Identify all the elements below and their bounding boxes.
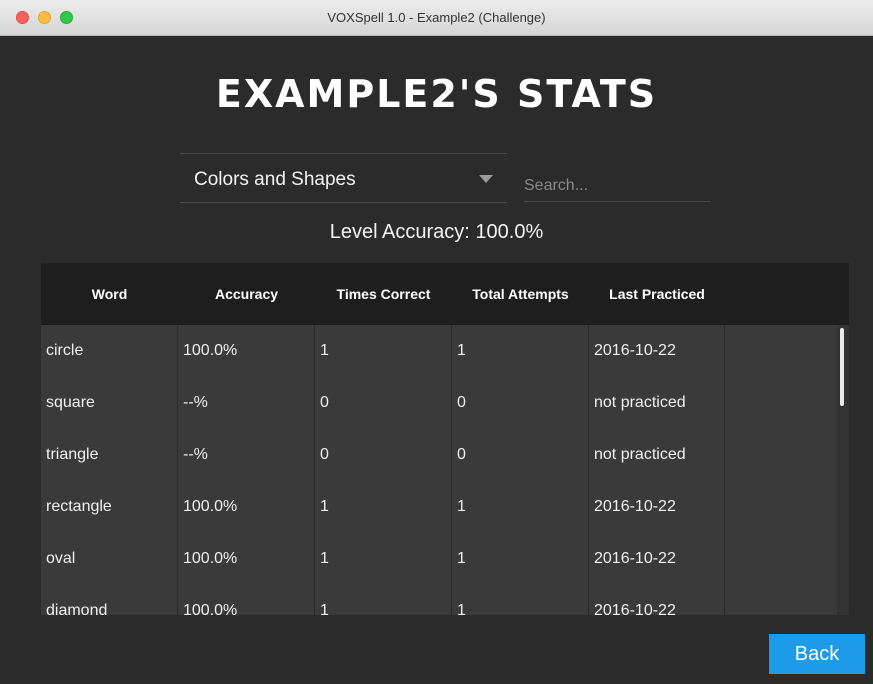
cell-times-correct: 0 (315, 429, 452, 481)
column-header-empty (725, 263, 837, 325)
cell-empty (725, 533, 837, 585)
cell-accuracy: 100.0% (178, 481, 315, 533)
cell-empty (725, 325, 837, 377)
table-row[interactable]: circle 100.0% 1 1 2016-10-22 (41, 325, 837, 377)
search-input[interactable] (524, 160, 710, 202)
cell-word: circle (41, 325, 178, 377)
cell-accuracy: 100.0% (178, 325, 315, 377)
page-title: Example2's Stats (215, 72, 658, 116)
column-header-total-attempts[interactable]: Total Attempts (452, 263, 589, 325)
cell-word: rectangle (41, 481, 178, 533)
cell-total-attempts: 0 (452, 429, 589, 481)
cell-empty (725, 429, 837, 481)
table-row[interactable]: triangle --% 0 0 not practiced (41, 429, 837, 481)
cell-word: triangle (41, 429, 178, 481)
cell-total-attempts: 1 (452, 325, 589, 377)
cell-times-correct: 1 (315, 481, 452, 533)
cell-times-correct: 1 (315, 325, 452, 377)
cell-empty (725, 481, 837, 533)
table-row[interactable]: rectangle 100.0% 1 1 2016-10-22 (41, 481, 837, 533)
cell-accuracy: --% (178, 377, 315, 429)
cell-empty (725, 585, 837, 615)
cell-last-practiced: 2016-10-22 (589, 481, 725, 533)
scrollbar-thumb[interactable] (840, 328, 844, 406)
cell-accuracy: --% (178, 429, 315, 481)
table-scrollbar[interactable] (837, 325, 849, 615)
window-titlebar: VOXSpell 1.0 - Example2 (Challenge) (0, 0, 873, 36)
cell-empty (725, 377, 837, 429)
cell-times-correct: 1 (315, 533, 452, 585)
level-select-value: Colors and Shapes (194, 169, 356, 190)
cell-last-practiced: not practiced (589, 429, 725, 481)
cell-accuracy: 100.0% (178, 533, 315, 585)
cell-last-practiced: 2016-10-22 (589, 325, 725, 377)
cell-last-practiced: 2016-10-22 (589, 585, 725, 615)
table-row[interactable]: square --% 0 0 not practiced (41, 377, 837, 429)
dropdown-arrow-icon (479, 175, 493, 183)
cell-total-attempts: 1 (452, 481, 589, 533)
cell-times-correct: 1 (315, 585, 452, 615)
cell-total-attempts: 0 (452, 377, 589, 429)
back-button[interactable]: Back (769, 634, 865, 674)
cell-accuracy: 100.0% (178, 585, 315, 615)
table-body: circle 100.0% 1 1 2016-10-22 square --% … (41, 325, 837, 615)
stats-table: Word Accuracy Times Correct Total Attemp… (41, 263, 849, 615)
column-header-last-practiced[interactable]: Last Practiced (589, 263, 725, 325)
column-header-word[interactable]: Word (41, 263, 178, 325)
cell-last-practiced: 2016-10-22 (589, 533, 725, 585)
cell-times-correct: 0 (315, 377, 452, 429)
window-title: VOXSpell 1.0 - Example2 (Challenge) (327, 10, 546, 25)
cell-last-practiced: not practiced (589, 377, 725, 429)
table-row[interactable]: diamond 100.0% 1 1 2016-10-22 (41, 585, 837, 615)
cell-total-attempts: 1 (452, 533, 589, 585)
table-row[interactable]: oval 100.0% 1 1 2016-10-22 (41, 533, 837, 585)
column-header-accuracy[interactable]: Accuracy (178, 263, 315, 325)
cell-word: diamond (41, 585, 178, 615)
level-accuracy: Level Accuracy: 100.0% (329, 221, 544, 243)
table-header: Word Accuracy Times Correct Total Attemp… (41, 263, 849, 325)
level-select[interactable]: Colors and Shapes (180, 153, 507, 203)
cell-word: oval (41, 533, 178, 585)
cell-word: square (41, 377, 178, 429)
cell-total-attempts: 1 (452, 585, 589, 615)
column-header-times-correct[interactable]: Times Correct (315, 263, 452, 325)
